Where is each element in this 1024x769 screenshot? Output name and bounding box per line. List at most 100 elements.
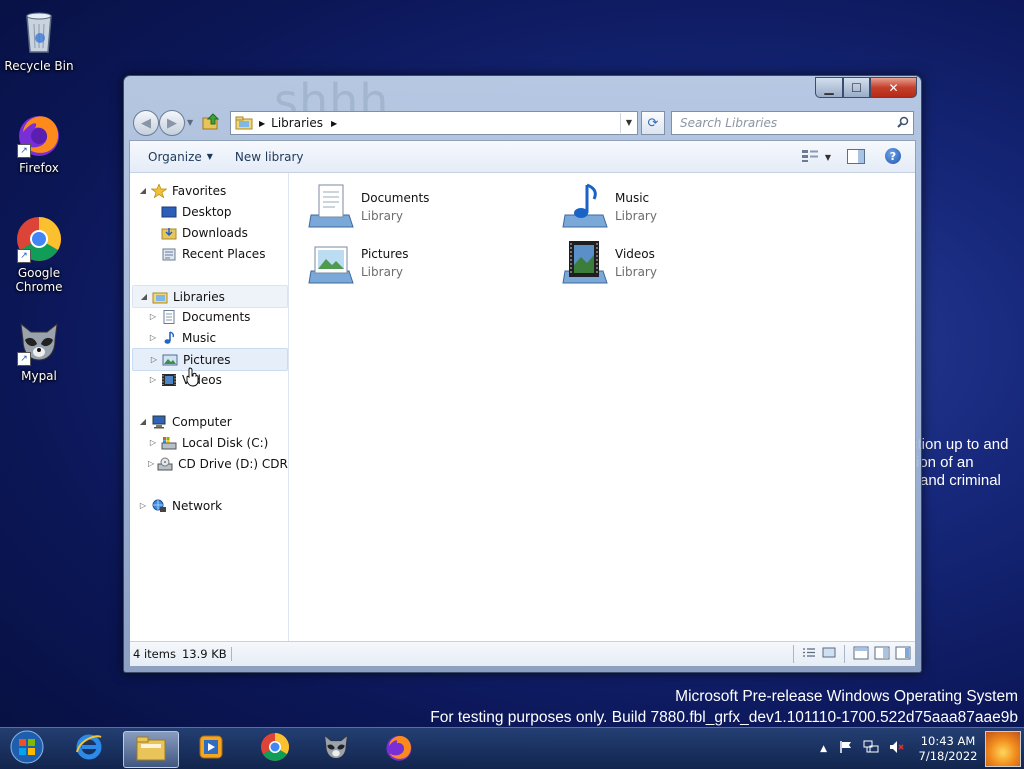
nav-item-cd-drive[interactable]: ▷ CD Drive (D:) CDROM — [148, 453, 288, 474]
library-name: Documents — [361, 191, 430, 205]
new-library-button[interactable]: New library — [223, 141, 314, 172]
search-icon[interactable] — [893, 116, 913, 131]
navigation-pane-layout-icon[interactable] — [853, 646, 869, 663]
libraries-folder-icon — [235, 116, 253, 130]
collapsed-arrow-icon[interactable]: ▷ — [148, 333, 158, 342]
nav-item-label: Desktop — [182, 204, 232, 219]
minimize-button[interactable]: ▁ — [815, 77, 843, 98]
clock[interactable]: 10:43 AM 7/18/2022 — [917, 734, 979, 764]
details-pane-layout-icon[interactable] — [874, 646, 890, 663]
taskbar-media-player[interactable] — [184, 731, 238, 766]
nav-item-recent-places[interactable]: Recent Places — [158, 243, 265, 264]
music-note-icon — [161, 330, 177, 345]
desktop-icon-recycle-bin[interactable]: Recycle Bin — [1, 8, 77, 73]
taskbar-mypal[interactable] — [309, 731, 363, 766]
details-view-icon[interactable] — [802, 647, 816, 661]
documents-library-icon — [307, 183, 355, 231]
maximize-button[interactable]: ☐ — [843, 77, 870, 98]
nav-network[interactable]: ▷ Network — [138, 495, 222, 516]
up-folder-icon[interactable] — [201, 112, 221, 132]
start-button[interactable] — [2, 730, 52, 766]
nav-item-desktop[interactable]: Desktop — [158, 201, 232, 222]
nav-item-label: Local Disk (C:) — [182, 435, 269, 450]
explorer-body: Organize ▼ New library ▼ ? ◢ Favorites D… — [129, 140, 916, 667]
desktop-icon-google-chrome[interactable]: ↗ Google Chrome — [1, 215, 77, 294]
address-history-dropdown-icon[interactable]: ▼ — [620, 113, 637, 133]
raccoon-icon — [321, 732, 351, 766]
library-item-music[interactable]: Music Library — [561, 181, 801, 233]
status-bar: 4 items 13.9 KB — [130, 641, 915, 666]
command-bar: Organize ▼ New library ▼ ? — [130, 141, 915, 173]
folder-icon — [135, 734, 167, 766]
collapsed-arrow-icon[interactable]: ▷ — [148, 375, 158, 384]
breadcrumb-libraries[interactable]: Libraries — [271, 116, 323, 130]
taskbar-firefox[interactable] — [372, 731, 426, 766]
cd-drive-icon — [157, 457, 173, 471]
preview-pane-icon — [858, 150, 864, 163]
library-item-videos[interactable]: Videos Library — [561, 237, 801, 289]
nav-libraries[interactable]: ◢ Libraries — [132, 285, 288, 308]
chevron-down-icon: ▼ — [206, 152, 213, 161]
expanded-arrow-icon[interactable]: ◢ — [138, 186, 148, 195]
nav-favorites[interactable]: ◢ Favorites — [138, 180, 226, 201]
forward-button[interactable]: ▶ — [159, 110, 185, 136]
network-tray-icon[interactable] — [863, 740, 879, 757]
nav-item-local-disk[interactable]: ▷ Local Disk (C:) — [148, 432, 268, 453]
firefox-icon: ↗ — [15, 110, 63, 158]
watermark-line-1: Microsoft Pre-release Windows Operating … — [675, 688, 1018, 705]
breadcrumb-separator-icon[interactable]: ▶ — [259, 119, 265, 128]
collapsed-arrow-icon[interactable]: ▷ — [138, 501, 148, 510]
search-input[interactable]: Search Libraries — [671, 111, 914, 135]
computer-icon — [151, 415, 167, 429]
help-button[interactable]: ? — [885, 148, 901, 164]
desktop-icon-mypal[interactable]: ↗ Mypal — [1, 318, 77, 383]
status-size: 13.9 KB — [176, 647, 232, 661]
collapsed-arrow-icon[interactable]: ▷ — [148, 312, 158, 321]
close-button[interactable]: ✕ — [870, 77, 917, 98]
show-hidden-icons-button[interactable]: ▲ — [820, 744, 827, 754]
preview-pane-layout-icon[interactable] — [895, 646, 911, 663]
recent-pages-dropdown-icon[interactable]: ▼ — [187, 118, 193, 127]
view-options-icon — [801, 149, 819, 166]
collapsed-arrow-icon[interactable]: ▷ — [148, 438, 158, 447]
pictures-library-icon — [307, 239, 355, 287]
search-placeholder: Search Libraries — [680, 116, 778, 130]
refresh-button[interactable]: ⟳ — [641, 111, 665, 135]
address-bar[interactable]: ▶ Libraries ▶ ▼ — [230, 111, 638, 135]
nav-computer[interactable]: ◢ Computer — [138, 411, 232, 432]
organize-button[interactable]: Organize ▼ — [130, 141, 223, 172]
library-item-documents[interactable]: Documents Library — [307, 181, 547, 233]
back-button[interactable]: ◀ — [133, 110, 159, 136]
nav-item-documents[interactable]: ▷ Documents — [148, 306, 250, 327]
expanded-arrow-icon[interactable]: ◢ — [139, 292, 149, 301]
library-item-pictures[interactable]: Pictures Library — [307, 237, 547, 289]
nav-computer-label: Computer — [172, 414, 232, 429]
desktop-icon-label: Google Chrome — [15, 266, 63, 294]
expanded-arrow-icon[interactable]: ◢ — [138, 417, 148, 426]
nav-libraries-label: Libraries — [173, 289, 225, 304]
change-view-button[interactable]: ▼ — [801, 149, 831, 166]
pane-layout-buttons — [844, 645, 915, 663]
breadcrumb-separator-icon[interactable]: ▶ — [331, 119, 337, 128]
large-icons-view-icon[interactable] — [822, 647, 836, 661]
nav-item-music[interactable]: ▷ Music — [148, 327, 216, 348]
collapsed-arrow-icon[interactable]: ▷ — [149, 355, 159, 364]
desktop-icon-firefox[interactable]: ↗ Firefox — [1, 110, 77, 175]
preview-pane-button[interactable] — [847, 149, 865, 164]
volume-muted-icon[interactable] — [889, 740, 905, 757]
nav-item-pictures[interactable]: ▷ Pictures — [132, 348, 288, 371]
firefox-icon — [384, 732, 414, 766]
taskbar-windows-explorer[interactable] — [123, 731, 179, 768]
nav-item-videos[interactable]: ▷ Videos — [148, 369, 222, 390]
taskbar-chrome[interactable] — [248, 731, 302, 766]
user-picture-thumbnail[interactable] — [985, 730, 1021, 767]
taskbar-internet-explorer[interactable] — [62, 731, 116, 766]
action-center-flag-icon[interactable] — [839, 740, 853, 757]
nav-item-downloads[interactable]: Downloads — [158, 222, 248, 243]
new-library-label: New library — [234, 149, 304, 164]
internet-explorer-icon — [74, 732, 104, 766]
star-icon — [150, 182, 168, 198]
caption-buttons: ▁ ☐ ✕ — [815, 77, 917, 98]
collapsed-arrow-icon[interactable]: ▷ — [148, 459, 154, 468]
videos-icon — [161, 373, 177, 387]
